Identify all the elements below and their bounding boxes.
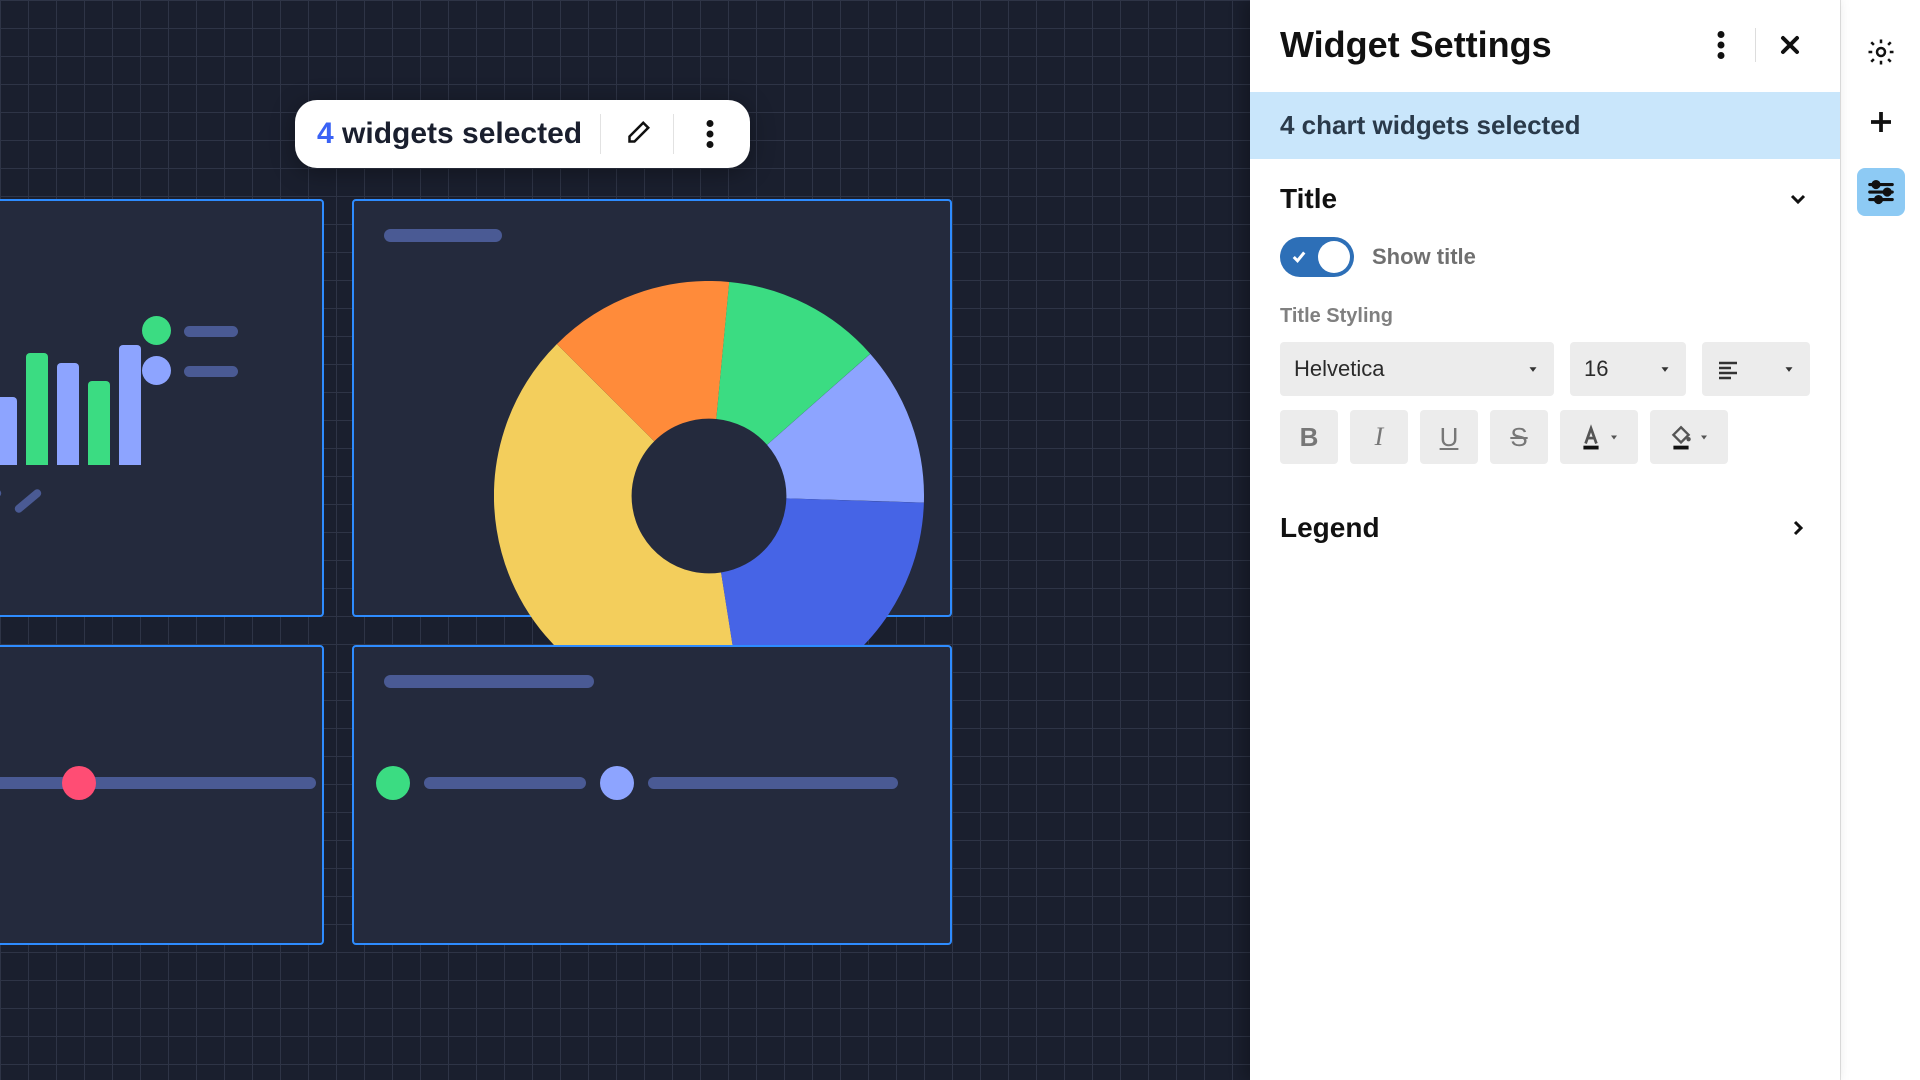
title-styling-label: Title Styling xyxy=(1280,305,1810,328)
widget-slider-b[interactable] xyxy=(352,645,952,945)
font-size-select[interactable]: 16 xyxy=(1570,342,1686,396)
widget-slider-a[interactable] xyxy=(0,645,324,945)
widget-settings-panel: Widget Settings 4 chart widgets selected… xyxy=(1250,0,1840,1080)
panel-more-button[interactable] xyxy=(1701,25,1741,65)
divider xyxy=(600,114,601,154)
legend-section: Legend xyxy=(1250,488,1840,568)
text-align-select[interactable] xyxy=(1702,342,1810,396)
title-placeholder xyxy=(384,675,594,688)
chevron-right-icon xyxy=(1786,516,1810,540)
check-icon xyxy=(1290,248,1308,266)
slider-track xyxy=(648,777,898,789)
caret-down-icon xyxy=(1782,362,1796,376)
plus-icon xyxy=(1866,107,1896,137)
settings-button[interactable] xyxy=(1857,28,1905,76)
more-options-button[interactable] xyxy=(692,116,728,152)
slider-thumb-green[interactable] xyxy=(376,766,410,800)
caret-down-icon xyxy=(1658,362,1672,376)
section-title: Legend xyxy=(1280,512,1786,544)
title-section: Title Show title Title Styling Helvetica… xyxy=(1250,159,1840,488)
selection-count-label: 4 widgets selected xyxy=(317,117,582,151)
legend-line xyxy=(184,326,238,337)
selection-banner: 4 chart widgets selected xyxy=(1250,92,1840,159)
bar-chart-bars xyxy=(0,345,141,465)
legend-section-header[interactable]: Legend xyxy=(1280,512,1810,544)
show-title-toggle[interactable] xyxy=(1280,237,1354,277)
add-button[interactable] xyxy=(1857,98,1905,146)
legend-dot-blue xyxy=(142,356,171,385)
text-color-icon xyxy=(1578,424,1604,450)
caret-down-icon xyxy=(1698,431,1710,443)
close-button[interactable] xyxy=(1770,25,1810,65)
align-left-icon xyxy=(1716,357,1772,381)
dashboard-canvas[interactable]: 4 widgets selected xyxy=(0,0,1250,1080)
divider xyxy=(673,114,674,154)
sliders-button[interactable] xyxy=(1857,168,1905,216)
selection-toolbar: 4 widgets selected xyxy=(295,100,750,168)
chevron-down-icon xyxy=(1786,187,1810,211)
panel-title: Widget Settings xyxy=(1280,24,1687,66)
title-section-header[interactable]: Title xyxy=(1280,183,1810,215)
slider-thumb-blue[interactable] xyxy=(600,766,634,800)
right-rail xyxy=(1840,0,1920,1080)
paint-bucket-icon xyxy=(1668,424,1694,450)
legend-line xyxy=(184,366,238,377)
widget-donut-chart[interactable] xyxy=(352,199,952,617)
strikethrough-button[interactable]: S xyxy=(1490,410,1548,464)
legend-dot-green xyxy=(142,316,171,345)
caret-down-icon xyxy=(1608,431,1620,443)
show-title-label: Show title xyxy=(1372,244,1476,270)
caret-down-icon xyxy=(1526,362,1540,376)
sliders-icon xyxy=(1866,177,1896,207)
gear-icon xyxy=(1866,37,1896,67)
font-family-select[interactable]: Helvetica xyxy=(1280,342,1554,396)
italic-button[interactable]: I xyxy=(1350,410,1408,464)
bold-button[interactable]: B xyxy=(1280,410,1338,464)
text-color-button[interactable] xyxy=(1560,410,1638,464)
panel-header: Widget Settings xyxy=(1250,0,1840,92)
slider-thumb-red[interactable] xyxy=(62,766,96,800)
slider-track xyxy=(424,777,586,789)
axis-ticks xyxy=(0,497,44,505)
fill-color-button[interactable] xyxy=(1650,410,1728,464)
title-placeholder xyxy=(384,229,502,242)
edit-button[interactable] xyxy=(619,116,655,152)
widget-bar-chart[interactable] xyxy=(0,199,324,617)
underline-button[interactable]: U xyxy=(1420,410,1478,464)
slider-track xyxy=(116,777,316,789)
section-title: Title xyxy=(1280,183,1786,215)
divider xyxy=(1755,28,1756,62)
